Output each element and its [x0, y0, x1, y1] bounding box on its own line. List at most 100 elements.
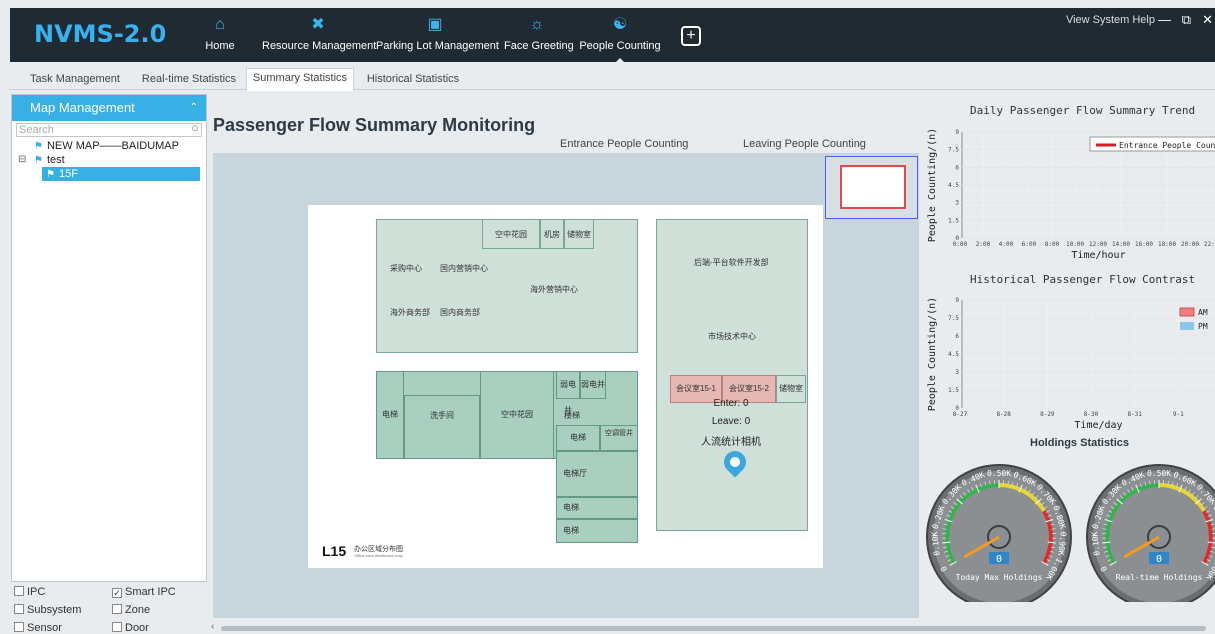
- camera-name: 人流统计相机: [701, 437, 761, 448]
- close-icon[interactable]: ✕: [1202, 12, 1213, 28]
- room-market-tech: 市场技术中心: [708, 332, 756, 341]
- nav-resource-management-label: Resource Management: [262, 40, 377, 52]
- gauge-tick: [1102, 541, 1111, 544]
- horizontal-scrollbar[interactable]: ‹: [211, 621, 1215, 632]
- x-tick-label: 8-30: [1084, 411, 1099, 418]
- minimap[interactable]: [825, 156, 918, 219]
- room-weak-well-2: 弱电井: [580, 371, 606, 399]
- tree-item-15f[interactable]: ⚑ 15F: [42, 167, 200, 181]
- x-tick-label: 8-28: [996, 411, 1011, 418]
- x-tick-label: 14:00: [1112, 241, 1130, 248]
- gauge-value: 0: [1156, 554, 1162, 565]
- checkbox-smart-ipc[interactable]: ✓ Smart IPC: [112, 586, 176, 598]
- legend-leaving[interactable]: Leaving People Counting: [743, 138, 866, 150]
- map-management-title: Map Management: [30, 100, 135, 115]
- nav-people-counting[interactable]: ☯ People Counting: [578, 14, 662, 64]
- plus-icon: +: [686, 27, 696, 44]
- x-tick-label: 20:00: [1181, 241, 1199, 248]
- checkbox-box: [14, 586, 24, 596]
- x-tick-label: 6:00: [1022, 241, 1037, 248]
- room-ac-well: 空调管井: [600, 425, 638, 451]
- scroll-left-icon[interactable]: ‹: [211, 621, 214, 632]
- app-window: NVMS-2.0 ⌂ Home ✖ Resource Management ▣ …: [0, 0, 1215, 634]
- add-module-button[interactable]: +: [681, 26, 701, 46]
- y-axis-label: People Counting/(n): [927, 128, 938, 242]
- map-flag-icon: ⚑: [46, 169, 55, 180]
- checkbox-box: [112, 622, 122, 632]
- checkbox-zone[interactable]: Zone: [112, 604, 150, 616]
- gauge-today-max-holdings: 00.10K0.20K0.30K0.40K 0.50K 0.60K0.70K0.80…: [926, 464, 1072, 602]
- room-garden-mid: 空中花园: [480, 371, 554, 459]
- search-icon[interactable]: ○: [191, 121, 199, 134]
- scrollbar-thumb[interactable]: [221, 626, 1206, 631]
- gauge-tick: [1207, 541, 1215, 544]
- restore-icon[interactable]: ⧉: [1182, 12, 1191, 28]
- x-tick-label: 0:00: [953, 241, 968, 248]
- checkbox-label: IPC: [27, 586, 46, 598]
- historical-chart-title: Historical Passenger Flow Contrast: [970, 273, 1196, 286]
- room-elevator-hall: 电梯厅: [556, 451, 638, 497]
- nav-parking-lot-management[interactable]: ▣ Parking Lot Management: [376, 14, 499, 62]
- y-tick-label: 6: [955, 164, 959, 171]
- chevron-up-icon[interactable]: ⌃: [190, 95, 198, 121]
- tree-item-test[interactable]: ⊟ ⚑ test: [12, 153, 206, 167]
- map-canvas[interactable]: 空中花园 机房 储物室 采购中心 国内营销中心 海外营销中心 海外商务部 国内商…: [213, 153, 919, 618]
- nav-face-greeting-label: Face Greeting: [504, 40, 574, 52]
- tab-real-time-statistics[interactable]: Real-time Statistics: [136, 70, 242, 90]
- system-menu[interactable]: View System Help: [1066, 14, 1155, 26]
- checkbox-subsystem[interactable]: Subsystem: [14, 604, 81, 616]
- minimize-icon[interactable]: —: [1158, 12, 1171, 27]
- historical-contrast-chart: 01.534.567.598-278-288-298-308-319-19-2T…: [927, 297, 1215, 431]
- y-tick-label: 4.5: [948, 182, 959, 189]
- legend-entrance[interactable]: Entrance People Counting: [560, 138, 688, 150]
- nav-home-label: Home: [205, 40, 235, 52]
- nav-parking-lot-management-label: Parking Lot Management: [376, 40, 499, 52]
- nav-resource-management[interactable]: ✖ Resource Management: [262, 14, 377, 62]
- top-bar: NVMS-2.0 ⌂ Home ✖ Resource Management ▣ …: [10, 8, 1215, 64]
- tab-task-management[interactable]: Task Management: [22, 70, 128, 90]
- room-domestic-marketing: 国内营销中心: [440, 264, 488, 273]
- gauge-tick: [942, 541, 951, 544]
- x-tick-label: 8-29: [1040, 411, 1055, 418]
- legend-item-pm[interactable]: PM: [1180, 322, 1208, 331]
- nav-home[interactable]: ⌂ Home: [203, 14, 237, 62]
- tools-icon: ✖: [311, 16, 325, 33]
- tree-item-label: test: [46, 154, 65, 166]
- y-tick-label: 6: [955, 333, 959, 340]
- legend-item-entrance[interactable]: Entrance People Counting: [1089, 136, 1215, 152]
- checkmark-icon: ✓: [112, 588, 122, 598]
- checkbox-sensor[interactable]: Sensor: [14, 622, 62, 634]
- greeting-icon: ☼: [529, 16, 545, 33]
- app-logo: NVMS-2.0: [34, 20, 167, 48]
- x-tick-label: 18:00: [1158, 241, 1176, 248]
- minimap-viewport[interactable]: [840, 165, 906, 209]
- room-washroom: 洗手间: [404, 395, 480, 459]
- checkbox-ipc[interactable]: IPC: [14, 586, 45, 598]
- map-management-header[interactable]: Map Management ⌃: [12, 95, 206, 121]
- map-flag-icon: ⚑: [34, 141, 43, 152]
- checkbox-label: Smart IPC: [125, 586, 176, 598]
- legend-label: Entrance People Counting: [1119, 141, 1215, 150]
- search-input[interactable]: Search ○: [16, 121, 202, 137]
- gauge-tick-label: 0.50K: [987, 469, 1011, 478]
- tree-item-new-map[interactable]: ⚑ NEW MAP——BAIDUMAP: [12, 139, 206, 153]
- x-tick-label: 10:00: [1066, 241, 1084, 248]
- room-purchase: 采购中心: [390, 264, 422, 273]
- legend-item-am[interactable]: AM: [1179, 307, 1208, 317]
- room-elevator-4: 电梯: [556, 519, 638, 543]
- floor-plan: 空中花园 机房 储物室 采购中心 国内营销中心 海外营销中心 海外商务部 国内商…: [308, 205, 823, 568]
- floor-sub-caption: Office area distribution map: [354, 553, 403, 558]
- room-weak-well-1: 弱电井: [556, 371, 580, 415]
- people-counting-icon: ☯: [612, 16, 628, 33]
- tab-summary-statistics[interactable]: Summary Statistics: [246, 68, 354, 91]
- tab-historical-statistics[interactable]: Historical Statistics: [360, 70, 466, 90]
- collapse-icon[interactable]: ⊟: [18, 153, 26, 167]
- room-storage-right: 储物室: [776, 375, 806, 403]
- x-axis-label: Time/day: [1074, 420, 1122, 431]
- checkbox-box: [14, 604, 24, 614]
- checkbox-door[interactable]: Door: [112, 622, 149, 634]
- nav-face-greeting[interactable]: ☼ Face Greeting: [504, 14, 574, 62]
- legend-swatch: [1179, 307, 1195, 317]
- home-icon: ⌂: [215, 16, 225, 33]
- gauge-label: Today Max Holdings: [956, 573, 1043, 582]
